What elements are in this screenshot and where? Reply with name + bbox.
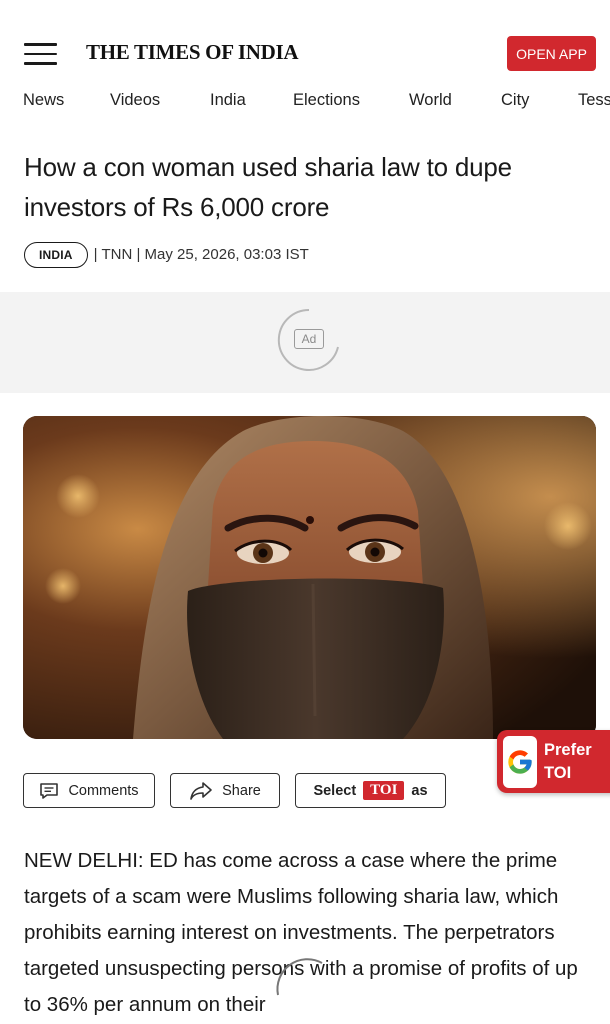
comments-label: Comments: [68, 782, 139, 799]
select-suffix: as: [411, 782, 428, 799]
open-app-button[interactable]: OPEN APP: [507, 36, 596, 71]
nav-item-world[interactable]: World: [409, 91, 452, 110]
hamburger-menu-icon[interactable]: [24, 43, 57, 65]
nav-item-videos[interactable]: Videos: [110, 91, 160, 110]
nav-item-tess[interactable]: Tess: [578, 91, 610, 110]
nav-item-elections[interactable]: Elections: [293, 91, 360, 110]
select-toi-button[interactable]: Select TOI as: [295, 773, 446, 808]
select-prefix: Select: [313, 782, 357, 799]
article-headline: How a con woman used sharia law to dupe …: [24, 152, 512, 222]
nav-item-india[interactable]: India: [210, 91, 246, 110]
comment-icon: [40, 782, 59, 799]
ad-label: Ad: [294, 329, 324, 349]
site-logo[interactable]: THE TIMES OF INDIA: [86, 40, 299, 65]
hero-image: [23, 416, 596, 739]
prefer-line1: Prefer: [544, 741, 592, 759]
google-g-icon: [503, 736, 537, 788]
share-button[interactable]: Share: [170, 773, 280, 808]
nav-item-news[interactable]: News: [23, 91, 64, 110]
share-icon: [190, 781, 212, 800]
prefer-toi-text: Prefer TOI: [544, 739, 592, 785]
prefer-line2: TOI: [544, 764, 572, 782]
prefer-toi-widget[interactable]: Prefer TOI: [497, 730, 610, 793]
byline: | TNN | May 25, 2026, 03:03 IST: [93, 246, 309, 263]
loading-spinner-icon: [276, 958, 323, 996]
section-tag[interactable]: INDIA: [24, 241, 88, 268]
comments-button[interactable]: Comments: [23, 773, 155, 808]
article-meta: INDIA | TNN | May 25, 2026, 03:03 IST: [24, 241, 309, 268]
nav-item-city[interactable]: City: [501, 91, 529, 110]
section-nav: News Videos India Elections World City T…: [0, 88, 610, 114]
share-label: Share: [222, 782, 261, 799]
toi-badge: TOI: [363, 781, 405, 800]
ad-slot: Ad: [0, 292, 610, 393]
app-header: THE TIMES OF INDIA OPEN APP: [0, 0, 610, 80]
